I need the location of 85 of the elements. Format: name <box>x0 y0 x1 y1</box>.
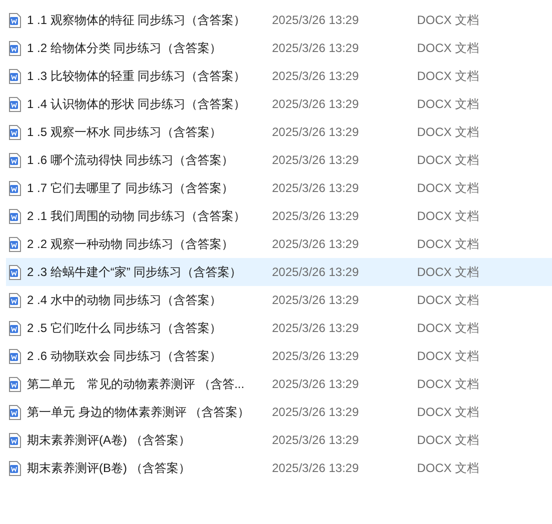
word-document-icon <box>9 320 21 336</box>
modified-date: 2025/3/26 13:29 <box>272 264 360 281</box>
file-type: DOCX 文档 <box>417 12 480 29</box>
file-type: DOCX 文档 <box>417 460 480 477</box>
file-row[interactable]: 第二单元 常见的动物素养测评 （含答... 2025/3/26 13:29 DOCX 文档 <box>6 370 552 398</box>
file-name: 2 .3 给蜗牛建个“家” 同步练习（含答案） <box>27 264 243 281</box>
file-type: DOCX 文档 <box>417 208 480 225</box>
word-document-icon <box>9 376 21 392</box>
file-row[interactable]: 2 .6 动物联欢会 同步练习（含答案） 2025/3/26 13:29 DOCX 文档 <box>6 342 552 370</box>
file-name: 期末素养测评(B卷) （含答案） <box>27 460 192 477</box>
file-type: DOCX 文档 <box>417 40 480 57</box>
file-row[interactable]: 2 .4 水中的动物 同步练习（含答案） 2025/3/26 13:29 DOCX 文档 <box>6 286 552 314</box>
file-type: DOCX 文档 <box>417 152 480 169</box>
file-row[interactable]: 期末素养测评(B卷) （含答案） 2025/3/26 13:29 DOCX 文档 <box>6 454 552 482</box>
file-name: 2 .4 水中的动物 同步练习（含答案） <box>27 292 223 309</box>
file-row[interactable]: 2 .3 给蜗牛建个“家” 同步练习（含答案） 2025/3/26 13:29 DOCX 文档 <box>6 258 552 286</box>
file-row[interactable]: 1 .2 给物体分类 同步练习（含答案） 2025/3/26 13:29 DOCX 文档 <box>6 34 552 62</box>
file-row[interactable]: 第一单元 身边的物体素养测评 （含答案） 2025/3/26 13:29 DOCX 文档 <box>6 398 552 426</box>
modified-date: 2025/3/26 13:29 <box>272 236 360 253</box>
modified-date: 2025/3/26 13:29 <box>272 124 360 141</box>
file-row[interactable]: 1 .6 哪个流动得快 同步练习（含答案） 2025/3/26 13:29 DOCX 文档 <box>6 146 552 174</box>
modified-date: 2025/3/26 13:29 <box>272 68 360 85</box>
file-type: DOCX 文档 <box>417 376 480 393</box>
modified-date: 2025/3/26 13:29 <box>272 460 360 477</box>
file-type: DOCX 文档 <box>417 348 480 365</box>
file-type: DOCX 文档 <box>417 236 480 253</box>
file-row[interactable]: 1 .7 它们去哪里了 同步练习（含答案） 2025/3/26 13:29 DOCX 文档 <box>6 174 552 202</box>
modified-date: 2025/3/26 13:29 <box>272 404 360 421</box>
word-document-icon <box>9 236 21 252</box>
file-row[interactable]: 1 .1 观察物体的特征 同步练习（含答案） 2025/3/26 13:29 DOCX 文档 <box>6 6 552 34</box>
file-type: DOCX 文档 <box>417 96 480 113</box>
modified-date: 2025/3/26 13:29 <box>272 432 360 449</box>
file-type: DOCX 文档 <box>417 404 480 421</box>
file-row[interactable]: 1 .4 认识物体的形状 同步练习（含答案） 2025/3/26 13:29 DOCX 文档 <box>6 90 552 118</box>
file-type: DOCX 文档 <box>417 320 480 337</box>
modified-date: 2025/3/26 13:29 <box>272 12 360 29</box>
file-name: 1 .6 哪个流动得快 同步练习（含答案） <box>27 152 235 169</box>
word-document-icon <box>9 292 21 308</box>
modified-date: 2025/3/26 13:29 <box>272 292 360 309</box>
file-name: 期末素养测评(A卷) （含答案） <box>27 432 192 449</box>
file-name: 第一单元 身边的物体素养测评 （含答案） <box>27 404 251 421</box>
file-name: 第二单元 常见的动物素养测评 （含答... <box>27 376 246 393</box>
file-type: DOCX 文档 <box>417 292 480 309</box>
file-row[interactable]: 2 .5 它们吃什么 同步练习（含答案） 2025/3/26 13:29 DOCX 文档 <box>6 314 552 342</box>
file-name: 1 .5 观察一杯水 同步练习（含答案） <box>27 124 223 141</box>
modified-date: 2025/3/26 13:29 <box>272 96 360 113</box>
word-document-icon <box>9 40 21 56</box>
file-name: 2 .6 动物联欢会 同步练习（含答案） <box>27 348 223 365</box>
modified-date: 2025/3/26 13:29 <box>272 376 360 393</box>
file-type: DOCX 文档 <box>417 180 480 197</box>
word-document-icon <box>9 208 21 224</box>
file-row[interactable]: 期末素养测评(A卷) （含答案） 2025/3/26 13:29 DOCX 文档 <box>6 426 552 454</box>
modified-date: 2025/3/26 13:29 <box>272 180 360 197</box>
file-name: 1 .2 给物体分类 同步练习（含答案） <box>27 40 223 57</box>
word-document-icon <box>9 404 21 420</box>
modified-date: 2025/3/26 13:29 <box>272 40 360 57</box>
file-type: DOCX 文档 <box>417 432 480 449</box>
file-type: DOCX 文档 <box>417 264 480 281</box>
modified-date: 2025/3/26 13:29 <box>272 320 360 337</box>
file-name: 2 .5 它们吃什么 同步练习（含答案） <box>27 320 223 337</box>
file-name: 2 .1 我们周围的动物 同步练习（含答案） <box>27 208 247 225</box>
word-document-icon <box>9 180 21 196</box>
word-document-icon <box>9 96 21 112</box>
modified-date: 2025/3/26 13:29 <box>272 152 360 169</box>
file-name: 1 .3 比较物体的轻重 同步练习（含答案） <box>27 68 247 85</box>
file-row[interactable]: 2 .1 我们周围的动物 同步练习（含答案） 2025/3/26 13:29 DOCX 文档 <box>6 202 552 230</box>
word-document-icon <box>9 12 21 28</box>
file-type: DOCX 文档 <box>417 124 480 141</box>
word-document-icon <box>9 124 21 140</box>
file-row[interactable]: 2 .2 观察一种动物 同步练习（含答案） 2025/3/26 13:29 DOCX 文档 <box>6 230 552 258</box>
file-name: 1 .1 观察物体的特征 同步练习（含答案） <box>27 12 247 29</box>
word-document-icon <box>9 348 21 364</box>
word-document-icon <box>9 264 21 280</box>
file-row[interactable]: 1 .5 观察一杯水 同步练习（含答案） 2025/3/26 13:29 DOCX 文档 <box>6 118 552 146</box>
modified-date: 2025/3/26 13:29 <box>272 208 360 225</box>
file-name: 1 .4 认识物体的形状 同步练习（含答案） <box>27 96 247 113</box>
file-name: 2 .2 观察一种动物 同步练习（含答案） <box>27 236 235 253</box>
word-document-icon <box>9 460 21 476</box>
modified-date: 2025/3/26 13:29 <box>272 348 360 365</box>
file-type: DOCX 文档 <box>417 68 480 85</box>
word-document-icon <box>9 152 21 168</box>
word-document-icon <box>9 68 21 84</box>
file-row[interactable]: 1 .3 比较物体的轻重 同步练习（含答案） 2025/3/26 13:29 DOCX 文档 <box>6 62 552 90</box>
file-name: 1 .7 它们去哪里了 同步练习（含答案） <box>27 180 235 197</box>
word-document-icon <box>9 432 21 448</box>
